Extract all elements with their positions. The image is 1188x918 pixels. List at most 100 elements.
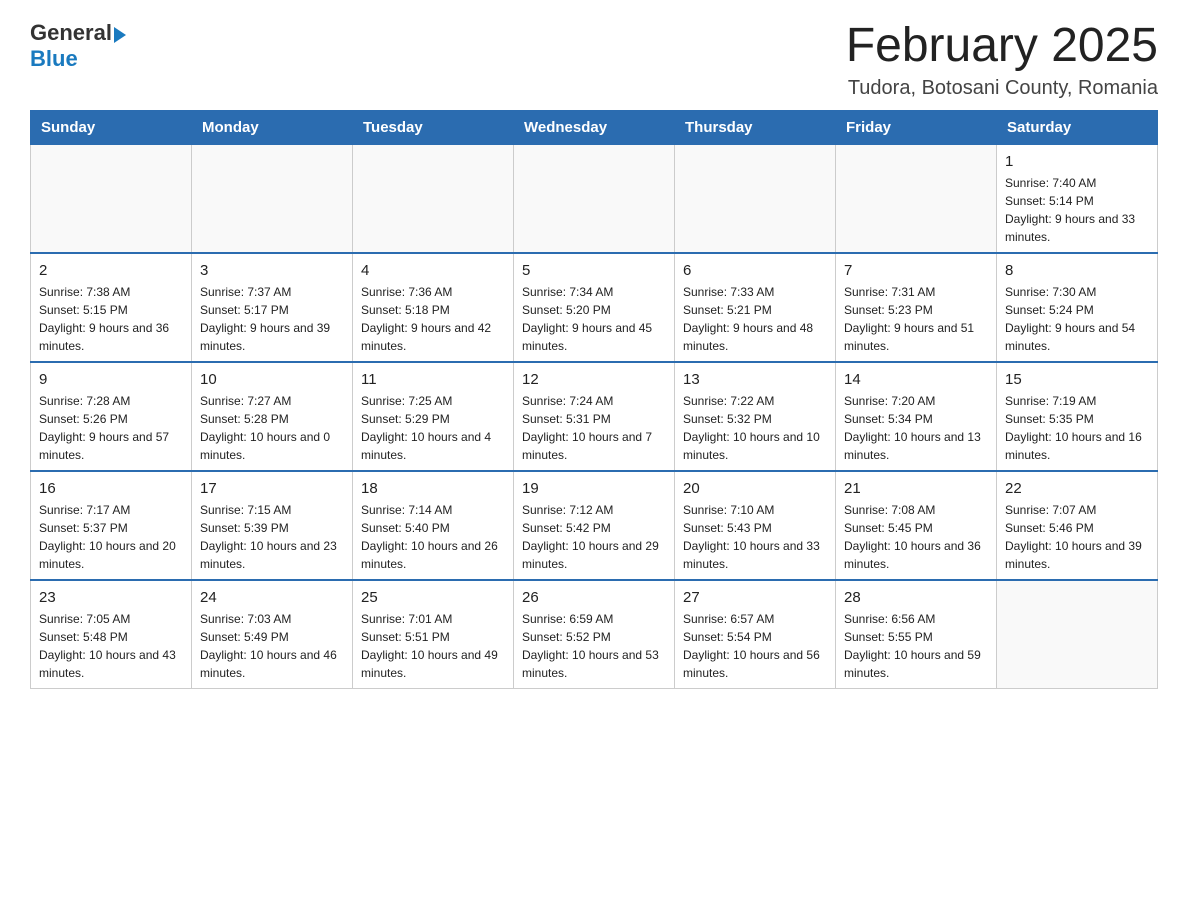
day-number: 25 <box>361 587 505 608</box>
calendar-day-cell <box>997 580 1158 689</box>
calendar-day-cell: 12Sunrise: 7:24 AM Sunset: 5:31 PM Dayli… <box>514 362 675 471</box>
calendar-day-cell: 9Sunrise: 7:28 AM Sunset: 5:26 PM Daylig… <box>31 362 192 471</box>
calendar-day-cell <box>836 144 997 253</box>
calendar-day-cell <box>31 144 192 253</box>
calendar-day-cell: 16Sunrise: 7:17 AM Sunset: 5:37 PM Dayli… <box>31 471 192 580</box>
day-number: 9 <box>39 369 183 390</box>
day-info: Sunrise: 7:19 AM Sunset: 5:35 PM Dayligh… <box>1005 392 1149 464</box>
day-number: 19 <box>522 478 666 499</box>
day-info: Sunrise: 7:27 AM Sunset: 5:28 PM Dayligh… <box>200 392 344 464</box>
logo: General Blue <box>30 20 126 72</box>
day-number: 22 <box>1005 478 1149 499</box>
calendar-day-cell: 2Sunrise: 7:38 AM Sunset: 5:15 PM Daylig… <box>31 253 192 362</box>
calendar-day-cell: 15Sunrise: 7:19 AM Sunset: 5:35 PM Dayli… <box>997 362 1158 471</box>
logo-blue-text: Blue <box>30 46 126 72</box>
calendar-day-cell: 21Sunrise: 7:08 AM Sunset: 5:45 PM Dayli… <box>836 471 997 580</box>
logo-general-text: General <box>30 20 112 46</box>
day-info: Sunrise: 7:33 AM Sunset: 5:21 PM Dayligh… <box>683 283 827 355</box>
day-number: 13 <box>683 369 827 390</box>
day-info: Sunrise: 7:20 AM Sunset: 5:34 PM Dayligh… <box>844 392 988 464</box>
day-info: Sunrise: 7:22 AM Sunset: 5:32 PM Dayligh… <box>683 392 827 464</box>
calendar-week-row: 16Sunrise: 7:17 AM Sunset: 5:37 PM Dayli… <box>31 471 1158 580</box>
calendar-day-cell <box>353 144 514 253</box>
day-number: 26 <box>522 587 666 608</box>
calendar-day-cell: 25Sunrise: 7:01 AM Sunset: 5:51 PM Dayli… <box>353 580 514 689</box>
day-number: 14 <box>844 369 988 390</box>
calendar-day-cell: 5Sunrise: 7:34 AM Sunset: 5:20 PM Daylig… <box>514 253 675 362</box>
day-number: 23 <box>39 587 183 608</box>
calendar-day-cell: 24Sunrise: 7:03 AM Sunset: 5:49 PM Dayli… <box>192 580 353 689</box>
day-info: Sunrise: 7:24 AM Sunset: 5:31 PM Dayligh… <box>522 392 666 464</box>
day-number: 11 <box>361 369 505 390</box>
day-of-week-header: Tuesday <box>353 110 514 144</box>
calendar-day-cell: 11Sunrise: 7:25 AM Sunset: 5:29 PM Dayli… <box>353 362 514 471</box>
day-info: Sunrise: 7:28 AM Sunset: 5:26 PM Dayligh… <box>39 392 183 464</box>
day-info: Sunrise: 7:25 AM Sunset: 5:29 PM Dayligh… <box>361 392 505 464</box>
day-of-week-header: Friday <box>836 110 997 144</box>
day-number: 8 <box>1005 260 1149 281</box>
location-title: Tudora, Botosani County, Romania <box>846 77 1158 100</box>
calendar-day-cell: 6Sunrise: 7:33 AM Sunset: 5:21 PM Daylig… <box>675 253 836 362</box>
day-info: Sunrise: 7:30 AM Sunset: 5:24 PM Dayligh… <box>1005 283 1149 355</box>
day-info: Sunrise: 7:01 AM Sunset: 5:51 PM Dayligh… <box>361 610 505 682</box>
day-info: Sunrise: 7:37 AM Sunset: 5:17 PM Dayligh… <box>200 283 344 355</box>
day-number: 3 <box>200 260 344 281</box>
day-number: 5 <box>522 260 666 281</box>
day-of-week-header: Monday <box>192 110 353 144</box>
day-of-week-header: Wednesday <box>514 110 675 144</box>
calendar-day-cell: 4Sunrise: 7:36 AM Sunset: 5:18 PM Daylig… <box>353 253 514 362</box>
day-info: Sunrise: 7:07 AM Sunset: 5:46 PM Dayligh… <box>1005 501 1149 573</box>
calendar-day-cell: 19Sunrise: 7:12 AM Sunset: 5:42 PM Dayli… <box>514 471 675 580</box>
calendar-day-cell: 7Sunrise: 7:31 AM Sunset: 5:23 PM Daylig… <box>836 253 997 362</box>
calendar-day-cell <box>514 144 675 253</box>
day-info: Sunrise: 6:59 AM Sunset: 5:52 PM Dayligh… <box>522 610 666 682</box>
calendar-day-cell: 3Sunrise: 7:37 AM Sunset: 5:17 PM Daylig… <box>192 253 353 362</box>
day-number: 18 <box>361 478 505 499</box>
day-number: 6 <box>683 260 827 281</box>
calendar-day-cell: 17Sunrise: 7:15 AM Sunset: 5:39 PM Dayli… <box>192 471 353 580</box>
day-number: 21 <box>844 478 988 499</box>
page-header: General Blue February 2025 Tudora, Botos… <box>30 20 1158 100</box>
calendar-week-row: 23Sunrise: 7:05 AM Sunset: 5:48 PM Dayli… <box>31 580 1158 689</box>
calendar-day-cell: 13Sunrise: 7:22 AM Sunset: 5:32 PM Dayli… <box>675 362 836 471</box>
day-info: Sunrise: 7:38 AM Sunset: 5:15 PM Dayligh… <box>39 283 183 355</box>
day-number: 10 <box>200 369 344 390</box>
calendar-header-row: SundayMondayTuesdayWednesdayThursdayFrid… <box>31 110 1158 144</box>
calendar-day-cell: 8Sunrise: 7:30 AM Sunset: 5:24 PM Daylig… <box>997 253 1158 362</box>
day-info: Sunrise: 7:17 AM Sunset: 5:37 PM Dayligh… <box>39 501 183 573</box>
calendar-day-cell: 10Sunrise: 7:27 AM Sunset: 5:28 PM Dayli… <box>192 362 353 471</box>
day-info: Sunrise: 7:10 AM Sunset: 5:43 PM Dayligh… <box>683 501 827 573</box>
day-info: Sunrise: 6:56 AM Sunset: 5:55 PM Dayligh… <box>844 610 988 682</box>
day-info: Sunrise: 6:57 AM Sunset: 5:54 PM Dayligh… <box>683 610 827 682</box>
day-info: Sunrise: 7:05 AM Sunset: 5:48 PM Dayligh… <box>39 610 183 682</box>
day-info: Sunrise: 7:15 AM Sunset: 5:39 PM Dayligh… <box>200 501 344 573</box>
calendar-day-cell: 20Sunrise: 7:10 AM Sunset: 5:43 PM Dayli… <box>675 471 836 580</box>
day-info: Sunrise: 7:40 AM Sunset: 5:14 PM Dayligh… <box>1005 174 1149 246</box>
calendar-day-cell: 26Sunrise: 6:59 AM Sunset: 5:52 PM Dayli… <box>514 580 675 689</box>
day-number: 20 <box>683 478 827 499</box>
day-info: Sunrise: 7:08 AM Sunset: 5:45 PM Dayligh… <box>844 501 988 573</box>
calendar-week-row: 1Sunrise: 7:40 AM Sunset: 5:14 PM Daylig… <box>31 144 1158 253</box>
day-info: Sunrise: 7:36 AM Sunset: 5:18 PM Dayligh… <box>361 283 505 355</box>
calendar-day-cell: 27Sunrise: 6:57 AM Sunset: 5:54 PM Dayli… <box>675 580 836 689</box>
calendar-day-cell: 18Sunrise: 7:14 AM Sunset: 5:40 PM Dayli… <box>353 471 514 580</box>
calendar-day-cell: 28Sunrise: 6:56 AM Sunset: 5:55 PM Dayli… <box>836 580 997 689</box>
logo-arrow-icon <box>114 27 126 43</box>
day-of-week-header: Sunday <box>31 110 192 144</box>
title-block: February 2025 Tudora, Botosani County, R… <box>846 20 1158 100</box>
day-number: 24 <box>200 587 344 608</box>
day-number: 17 <box>200 478 344 499</box>
day-info: Sunrise: 7:12 AM Sunset: 5:42 PM Dayligh… <box>522 501 666 573</box>
day-info: Sunrise: 7:03 AM Sunset: 5:49 PM Dayligh… <box>200 610 344 682</box>
day-number: 16 <box>39 478 183 499</box>
day-of-week-header: Saturday <box>997 110 1158 144</box>
day-number: 12 <box>522 369 666 390</box>
month-title: February 2025 <box>846 20 1158 73</box>
day-of-week-header: Thursday <box>675 110 836 144</box>
calendar-day-cell <box>675 144 836 253</box>
calendar-table: SundayMondayTuesdayWednesdayThursdayFrid… <box>30 110 1158 689</box>
day-number: 2 <box>39 260 183 281</box>
day-number: 28 <box>844 587 988 608</box>
day-number: 7 <box>844 260 988 281</box>
calendar-day-cell: 22Sunrise: 7:07 AM Sunset: 5:46 PM Dayli… <box>997 471 1158 580</box>
